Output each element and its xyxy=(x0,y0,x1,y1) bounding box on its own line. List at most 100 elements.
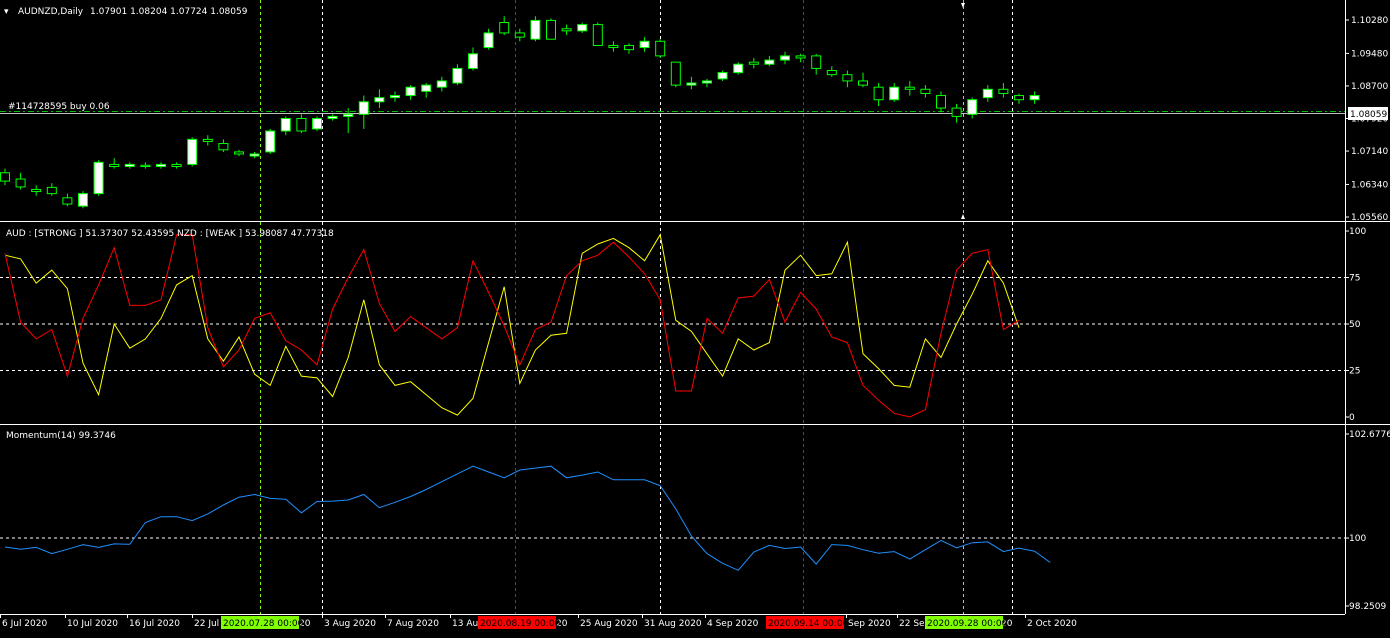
candle-bear xyxy=(748,61,759,65)
chart-background xyxy=(0,0,1390,634)
candle-bull xyxy=(452,67,463,84)
momentum-tick-label: 98.2509 xyxy=(1349,602,1386,612)
candle-bull xyxy=(421,84,432,92)
current-price-label: 1.08059 xyxy=(1350,110,1387,120)
candle-bear xyxy=(670,61,681,86)
order-label: #114728595 buy 0.06 xyxy=(8,102,110,112)
strength-tick-label: 100 xyxy=(1349,227,1366,237)
strength-tick-label: 0 xyxy=(1349,413,1355,423)
candle-bull xyxy=(78,193,88,207)
candle-bull xyxy=(156,163,166,167)
candle-bear xyxy=(998,88,1009,94)
momentum-header: Momentum(14) 99.3746 xyxy=(6,431,116,441)
candle-bear xyxy=(31,188,42,193)
candle-bear xyxy=(624,44,634,51)
candle-bull xyxy=(124,163,135,167)
candle-bear xyxy=(546,19,556,40)
trading-chart[interactable]: 1.102801.094801.087001.079201.071401.063… xyxy=(0,0,1390,634)
candle-bull xyxy=(280,118,291,132)
candle-bull xyxy=(390,95,400,99)
candle-bull xyxy=(483,32,494,49)
candle-bull xyxy=(982,88,993,99)
candle-bull xyxy=(530,19,541,40)
candle-bear xyxy=(858,80,868,86)
candle-bear xyxy=(1014,95,1024,101)
candle-bull xyxy=(889,86,900,101)
candle-bear xyxy=(62,197,73,205)
strength-tick-label: 50 xyxy=(1349,320,1361,330)
candle-bear xyxy=(15,178,26,188)
candle-bull xyxy=(702,80,712,84)
strength-tick-label: 25 xyxy=(1349,367,1360,377)
date-label: 22 Jul xyxy=(194,619,219,629)
ohlc-readout: 1.07901 1.08204 1.07724 1.08059 xyxy=(90,7,248,17)
candle-bear xyxy=(171,163,182,167)
date-label: 3 Aug 2020 xyxy=(324,619,376,629)
date-label: 25 Aug 2020 xyxy=(580,619,638,629)
date-label: 4 Sep 2020 xyxy=(707,619,759,629)
date-label: Sep 2020 xyxy=(848,619,891,629)
date-label: 10 Jul 2020 xyxy=(67,619,118,629)
candle-bull xyxy=(967,99,978,115)
candle-bear xyxy=(592,24,603,46)
candle-bear xyxy=(904,86,915,90)
candle-bull xyxy=(764,59,775,65)
date-label: 7 Aug 2020 xyxy=(387,619,439,629)
candle-bull xyxy=(436,80,447,88)
candle-bull xyxy=(639,40,650,49)
momentum-tick-label: 100 xyxy=(1349,534,1366,544)
date-label: 22 Se xyxy=(899,619,925,629)
candle-bear xyxy=(46,186,57,195)
price-tick-label: 1.10280 xyxy=(1351,16,1388,26)
candle-bear xyxy=(842,74,853,82)
candle-bull xyxy=(312,118,322,130)
strength-tick-label: 75 xyxy=(1349,274,1360,284)
candle-bull xyxy=(686,82,697,86)
chart-title: ▾ xyxy=(4,7,9,17)
candle-bull xyxy=(405,86,416,97)
price-tick-label: 1.06340 xyxy=(1351,180,1388,190)
date-highlight-label: 2020.09.14 00:00 xyxy=(768,619,849,629)
candle-bear xyxy=(951,107,962,117)
candle-bear xyxy=(514,32,525,38)
candle-bull xyxy=(358,101,369,115)
candle-bull xyxy=(343,113,354,117)
candle-bear xyxy=(109,163,120,167)
strength-header: AUD : [STRONG ] 51.37307 52.43595 NZD : … xyxy=(6,229,334,239)
candle-bear xyxy=(296,118,307,132)
candle-bull xyxy=(468,53,478,69)
candle-bear xyxy=(608,44,619,49)
candle-bear xyxy=(873,86,884,101)
candle-bear xyxy=(795,55,806,59)
symbol-timeframe: AUDNZD,Daily xyxy=(18,7,84,17)
candle-bear xyxy=(920,88,931,94)
candle-bull xyxy=(717,72,728,80)
date-label: 31 Aug 2020 xyxy=(644,619,702,629)
candle-bear xyxy=(0,172,10,182)
candle-bull xyxy=(187,138,198,165)
candle-bull xyxy=(374,97,385,103)
date-label: 13 Au xyxy=(452,619,478,629)
candle-bull xyxy=(93,161,104,195)
candle-bull xyxy=(327,115,338,119)
candle-bull xyxy=(265,130,276,153)
price-tick-label: 1.08700 xyxy=(1351,82,1388,92)
candle-bear xyxy=(234,151,244,155)
candle-bear xyxy=(202,138,213,142)
candle-bull xyxy=(249,153,260,157)
price-tick-label: 1.05560 xyxy=(1351,213,1388,223)
candle-bear xyxy=(499,22,510,34)
date-label: 6 Jul 2020 xyxy=(2,619,47,629)
date-label: 16 Jul 2020 xyxy=(129,619,180,629)
date-highlight-label: 2020.07.28 00:00 xyxy=(223,619,304,629)
price-tick-label: 1.07140 xyxy=(1351,147,1388,157)
candle-bear xyxy=(218,143,229,151)
candle-bear xyxy=(936,95,946,109)
date-highlight-label: 2020.08.19 00:00 xyxy=(480,619,561,629)
candle-bull xyxy=(733,63,744,74)
candle-bear xyxy=(140,164,151,167)
candle-bull xyxy=(780,55,790,61)
candle-bear xyxy=(655,40,666,57)
candle-bear xyxy=(811,55,822,69)
candle-bear xyxy=(826,70,837,76)
